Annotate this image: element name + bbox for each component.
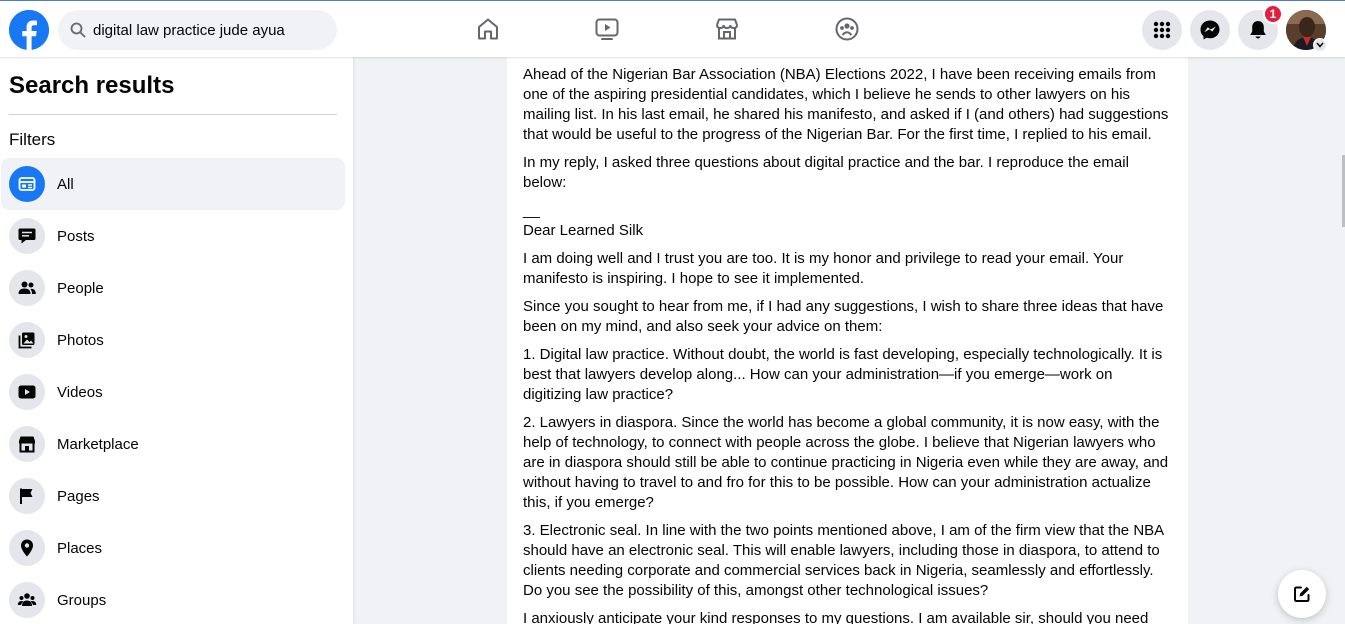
watch-icon[interactable] bbox=[591, 13, 623, 45]
notification-badge: 1 bbox=[1263, 4, 1283, 24]
filter-label: Places bbox=[57, 539, 103, 557]
places-pin-icon bbox=[9, 530, 45, 566]
photos-icon bbox=[9, 322, 45, 358]
search-results-sidebar: Search results Filters All Posts People … bbox=[0, 57, 353, 624]
marketplace-icon[interactable] bbox=[711, 13, 743, 45]
post-paragraph: 3. Electronic seal. In line with the two… bbox=[523, 522, 1164, 599]
marketplace-icon bbox=[9, 426, 45, 462]
post-paragraph: Since you sought to hear from me, if I h… bbox=[523, 298, 1164, 335]
post-paragraph: I anxiously anticipate your kind respons… bbox=[523, 610, 1149, 624]
home-icon[interactable] bbox=[472, 13, 504, 45]
filter-label: Groups bbox=[57, 591, 107, 609]
compose-icon bbox=[1294, 586, 1310, 602]
messenger-icon[interactable] bbox=[1190, 10, 1230, 50]
filter-videos[interactable]: Videos bbox=[1, 366, 345, 418]
top-navigation-bar: 1 bbox=[0, 0, 1345, 57]
search-icon bbox=[70, 22, 86, 38]
filter-label: Posts bbox=[57, 227, 95, 245]
posts-icon bbox=[9, 218, 45, 254]
filter-label: Marketplace bbox=[57, 435, 139, 453]
post-paragraph: In my reply, I asked three questions abo… bbox=[523, 154, 1129, 191]
menu-icon[interactable] bbox=[1142, 10, 1182, 50]
filter-label: Videos bbox=[57, 383, 103, 401]
search-box[interactable] bbox=[58, 10, 337, 50]
filter-label: People bbox=[57, 279, 104, 297]
pages-flag-icon bbox=[9, 478, 45, 514]
post-body: Ahead of the Nigerian Bar Association (N… bbox=[507, 57, 1188, 624]
filter-label: Pages bbox=[57, 487, 100, 505]
filter-label: Photos bbox=[57, 331, 104, 349]
post-paragraph: I am doing well and I trust you are too.… bbox=[523, 250, 1124, 287]
filter-all[interactable]: All bbox=[1, 158, 345, 210]
groups-icon bbox=[9, 582, 45, 618]
filter-label: All bbox=[57, 175, 74, 193]
filter-photos[interactable]: Photos bbox=[1, 314, 345, 366]
page-title: Search results bbox=[9, 72, 175, 99]
groups-icon[interactable] bbox=[831, 13, 863, 45]
post-separator: __ bbox=[523, 202, 540, 219]
filter-marketplace[interactable]: Marketplace bbox=[1, 418, 345, 470]
divider bbox=[9, 114, 337, 115]
chevron-down-icon[interactable] bbox=[1313, 38, 1327, 52]
filters-heading: Filters bbox=[9, 130, 56, 149]
filter-places[interactable]: Places bbox=[1, 522, 345, 574]
all-results-icon bbox=[9, 166, 45, 202]
post-paragraph: 2. Lawyers in diaspora. Since the world … bbox=[523, 414, 1169, 511]
filter-posts[interactable]: Posts bbox=[1, 210, 345, 262]
filter-groups[interactable]: Groups bbox=[1, 574, 345, 624]
filter-people[interactable]: People bbox=[1, 262, 345, 314]
filter-pages[interactable]: Pages bbox=[1, 470, 345, 522]
post-paragraph: 1. Digital law practice. Without doubt, … bbox=[523, 346, 1163, 403]
post-card: Ahead of the Nigerian Bar Association (N… bbox=[507, 57, 1188, 624]
new-message-button[interactable] bbox=[1278, 570, 1326, 618]
people-icon bbox=[9, 270, 45, 306]
facebook-logo-icon[interactable] bbox=[9, 10, 49, 50]
post-paragraph: Ahead of the Nigerian Bar Association (N… bbox=[523, 66, 1169, 143]
search-input[interactable] bbox=[93, 21, 323, 39]
videos-icon bbox=[9, 374, 45, 410]
post-paragraph: Dear Learned Silk bbox=[523, 222, 644, 239]
